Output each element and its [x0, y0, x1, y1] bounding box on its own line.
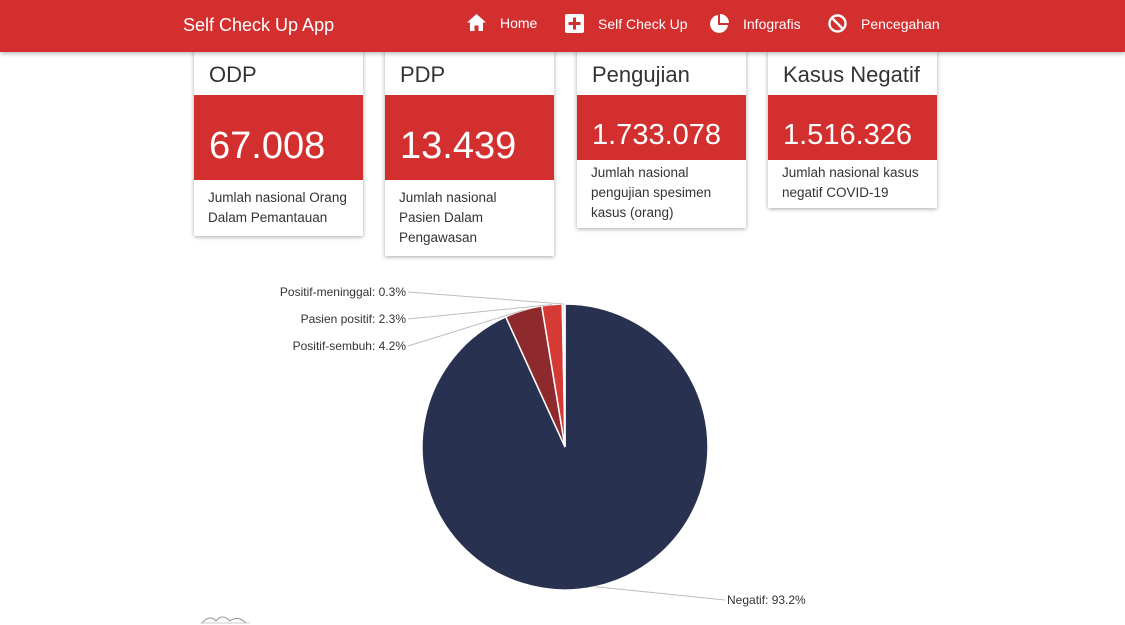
pie-label: Positif-sembuh: 4.2% — [293, 339, 407, 353]
stat-card-pengujian: Pengujian 1.733.078 Jumlah nasional peng… — [577, 50, 746, 228]
app-title[interactable]: Self Check Up App — [183, 15, 334, 36]
pie-chart-icon — [710, 14, 729, 33]
stat-card-pdp: PDP 13.439 Jumlah nasional Pasien Dalam … — [385, 50, 554, 256]
nav-infografis-label: Infografis — [743, 16, 801, 32]
stat-card-kasus-negatif: Kasus Negatif 1.516.326 Jumlah nasional … — [768, 50, 937, 208]
pie-label: Positif-meninggal: 0.3% — [280, 285, 406, 299]
nav-self-check-up-label: Self Check Up — [598, 15, 688, 32]
card-title: PDP — [400, 62, 446, 87]
pie-label: Negatif: 93.2% — [727, 593, 806, 607]
home-icon — [467, 14, 486, 31]
card-title: Pengujian — [592, 62, 690, 87]
card-value: 1.733.078 — [577, 95, 746, 160]
card-title: ODP — [209, 62, 257, 87]
nav-home-label: Home — [500, 14, 538, 31]
nav-pencegahan-label: Pencegahan — [861, 15, 940, 32]
stat-card-odp: ODP 67.008 Jumlah nasional Orang Dalam P… — [194, 50, 363, 236]
medical-cross-icon — [565, 14, 584, 33]
card-description: Jumlah nasional Orang Dalam Pemantauan — [208, 190, 347, 225]
card-description: Jumlah nasional kasus negatif COVID-19 — [782, 165, 919, 200]
logo-fragment-icon — [200, 616, 250, 624]
card-description: Jumlah nasional pengujian spesimen kasus… — [591, 165, 712, 220]
pie-leader-line — [595, 586, 726, 601]
pie-label: Pasien positif: 2.3% — [301, 312, 407, 326]
pie-chart: Negatif: 93.2% Positif-sembuh: 4.2% Pasien… — [280, 285, 806, 607]
card-value: 1.516.326 — [768, 95, 937, 160]
top-navbar: Self Check Up App Home Self Check Up Inf… — [0, 0, 1125, 52]
nav-self-check-up[interactable]: Self Check Up — [565, 14, 687, 33]
pie-leader-line — [407, 291, 564, 305]
block-icon — [828, 14, 847, 33]
card-value: 13.439 — [385, 95, 554, 180]
card-title: Kasus Negatif — [783, 62, 920, 87]
nav-home[interactable]: Home — [467, 14, 537, 31]
nav-infografis[interactable]: Infografis — [709, 14, 801, 34]
card-value: 67.008 — [194, 95, 363, 180]
nav-pencegahan[interactable]: Pencegahan — [828, 14, 940, 33]
